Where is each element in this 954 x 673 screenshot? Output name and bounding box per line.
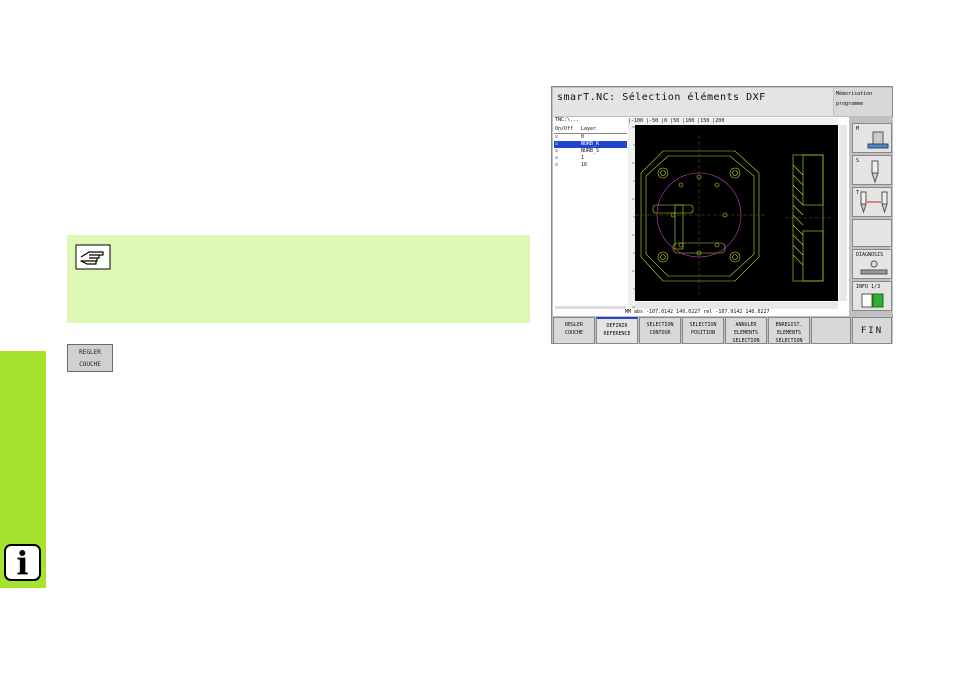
softkey-enregistrer-selection[interactable]: ENREGIST. ELEMENTS SELECTION — [768, 317, 810, 344]
right-panel: M S T DIAGNOSIS INFO 1/3 — [850, 117, 893, 315]
canvas-horizontal-scrollbar[interactable] — [635, 302, 838, 309]
cnc-screen: smarT.NC: Sélection éléments DXF Mémoris… — [551, 86, 893, 344]
regler-couche-softkey[interactable]: REGLER COUCHE — [67, 344, 113, 372]
softkey-selection-contour[interactable]: SELECTION CONTOUR — [639, 317, 681, 344]
col-onoff: On/Off — [555, 126, 574, 132]
softkey-regler-couche[interactable]: REGLER COUCHE — [553, 317, 595, 344]
note-box — [67, 235, 530, 323]
pointing-hand-icon — [75, 244, 111, 270]
main-area: TNC:\... On/Off Layer ☑ 0 ☑ NURB_K ☑ NUR… — [553, 117, 849, 315]
spindle-icon — [867, 131, 889, 149]
softkey-annuler-selection[interactable]: ANNULER ELEMENTS SELECTION — [725, 317, 767, 344]
diagnosis-button[interactable]: DIAGNOSIS — [852, 249, 892, 279]
softkey-line2: COUCHE — [79, 361, 101, 368]
layer-checkbox[interactable]: ☑ — [555, 148, 558, 154]
status-bar: MM abs -107.0142 140.0227 rel -107.0142 … — [553, 309, 849, 316]
col-layer: Layer — [581, 126, 597, 132]
panel-label: S — [856, 158, 860, 164]
info-page-icon — [861, 293, 884, 308]
ruler-left — [628, 125, 635, 309]
mode-line1: Mémorisation — [836, 91, 873, 97]
softkey-empty[interactable] — [811, 317, 851, 344]
layer-checkbox[interactable]: ☑ — [555, 162, 558, 168]
tool-icon — [871, 160, 879, 184]
path-label: TNC:\... — [555, 117, 580, 123]
layer-name: 1 — [581, 155, 585, 161]
softkey-bar: REGLER COUCHE DEFINIR REFERENCE SELECTIO… — [553, 317, 893, 344]
softkey-definir-reference[interactable]: DEFINIR REFERENCE — [596, 317, 638, 344]
ruler-top: |-100 |-50 |0 |50 |100 |150 |200 — [628, 118, 838, 125]
layer-name: NURB_K — [581, 141, 600, 147]
layer-table-header: On/Off Layer — [554, 125, 627, 134]
layer-row[interactable]: ☑ 16 — [554, 162, 627, 169]
info-icon: i — [4, 544, 41, 582]
layer-row[interactable]: ☑ 1 — [554, 155, 627, 162]
tool-change-icon — [860, 191, 888, 214]
layer-row-selected[interactable]: ☑ NURB_K — [554, 141, 627, 148]
info-page-button[interactable]: INFO 1/3 — [852, 281, 892, 311]
softkey-fin[interactable]: FIN — [852, 317, 892, 344]
canvas-vertical-scrollbar[interactable] — [839, 125, 847, 301]
layer-checkbox[interactable]: ☑ — [555, 134, 558, 140]
panel-label: M — [856, 126, 860, 132]
spindle-button[interactable]: M — [852, 123, 892, 153]
layer-table: On/Off Layer ☑ 0 ☑ NURB_K ☑ NURB_S ☑ 1 ☑… — [554, 125, 627, 305]
softkey-selection-position[interactable]: SELECTION POSITION — [682, 317, 724, 344]
layer-row[interactable]: ☑ 0 — [554, 134, 627, 141]
tool-change-button[interactable]: T — [852, 187, 892, 217]
mode-line2: programme — [836, 101, 864, 107]
dxf-drawing-canvas[interactable] — [635, 125, 838, 301]
layer-name: 16 — [581, 162, 588, 168]
coordinate-readout: MM abs -107.0142 140.0227 rel -107.0142 … — [625, 309, 770, 315]
layer-checkbox[interactable]: ☑ — [555, 155, 558, 161]
diagnosis-icon — [860, 260, 888, 275]
panel-label: INFO 1/3 — [856, 284, 881, 290]
screen-title: smarT.NC: Sélection éléments DXF — [557, 92, 766, 103]
panel-label: DIAGNOSIS — [856, 252, 884, 258]
spindle-speed-button[interactable]: S — [852, 155, 892, 185]
layer-checkbox[interactable]: ☑ — [555, 141, 558, 147]
mode-indicator: Mémorisation programme — [834, 88, 892, 116]
empty-panel-button[interactable] — [852, 219, 892, 247]
softkey-line1: REGLER — [79, 349, 101, 356]
layer-name: NURB_S — [581, 148, 600, 154]
layer-name: 0 — [581, 134, 585, 140]
layer-row[interactable]: ☑ NURB_S — [554, 148, 627, 155]
screen-header: smarT.NC: Sélection éléments DXF — [553, 88, 833, 116]
